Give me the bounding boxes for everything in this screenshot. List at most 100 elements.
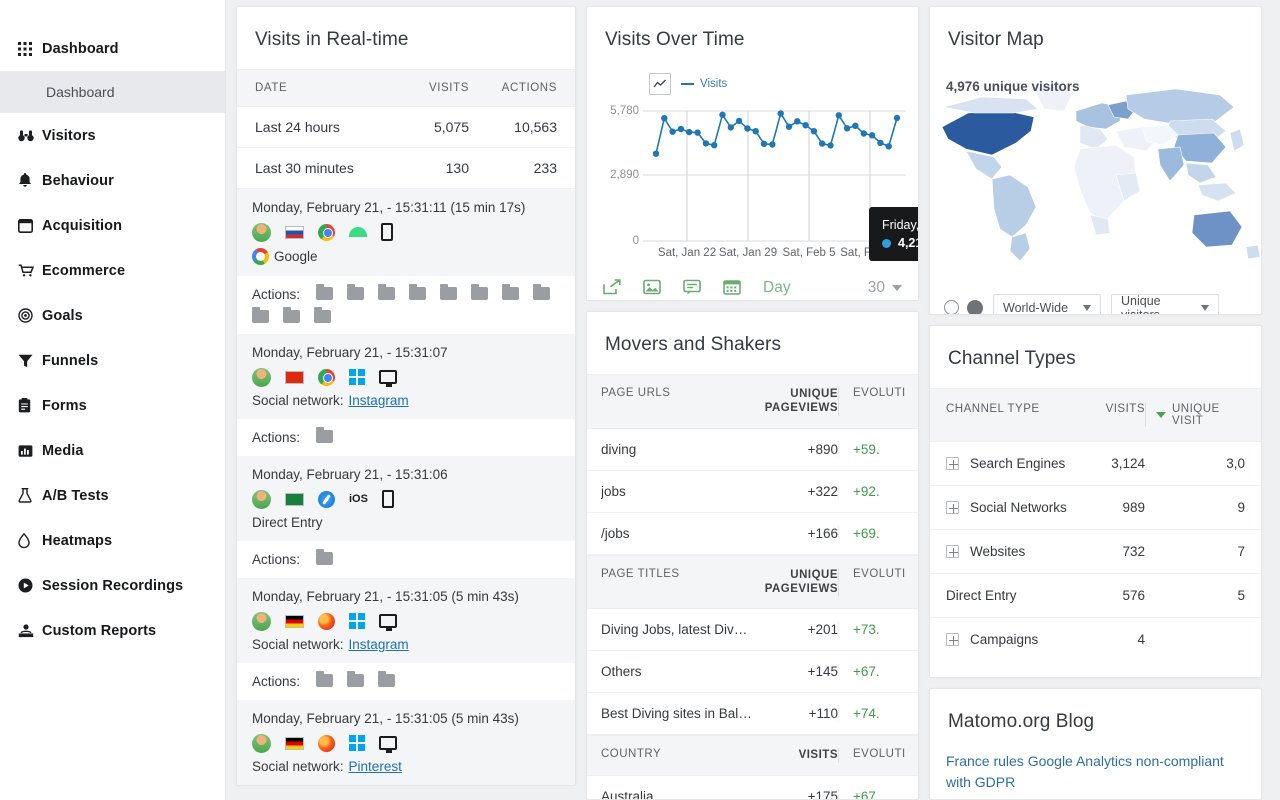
table-row[interactable]: Direct Entry 576 5: [930, 574, 1261, 619]
table-row[interactable]: Australia +175 +67.: [587, 776, 918, 799]
region-select[interactable]: World-Wide: [993, 294, 1101, 315]
world-map[interactable]: 4,976 unique visitors: [930, 69, 1261, 284]
sidebar-item-behaviour[interactable]: Behaviour: [0, 158, 225, 203]
table-row[interactable]: jobs +322 +92.: [587, 471, 918, 513]
realtime-visit-entry[interactable]: Monday, February 21, - 15:31:05 (5 min 4…: [237, 700, 575, 785]
expand-icon[interactable]: [946, 545, 959, 559]
sidebar-item-funnels[interactable]: Funnels: [0, 338, 225, 383]
cell-visits: 576: [1122, 588, 1145, 604]
play-circle-icon: [18, 578, 42, 593]
page-action-icon[interactable]: [471, 284, 489, 300]
table-row[interactable]: Campaigns 4: [930, 618, 1261, 661]
column-header-unique-visitors[interactable]: UNIQUE VISIT: [1145, 403, 1245, 428]
column-header-unique-label: UNIQUE VISIT: [1172, 403, 1220, 428]
export-icon[interactable]: [603, 279, 621, 297]
image-export-icon[interactable]: [643, 279, 661, 297]
table-row[interactable]: Diving Jobs, latest Divemast... +201 +73…: [587, 609, 918, 652]
table-footer-spacer: [930, 661, 1261, 677]
table-row[interactable]: Search Engines 3,124 3,0: [930, 442, 1261, 487]
safari-browser-icon: [318, 490, 335, 508]
cell-name: jobs: [601, 483, 626, 499]
expand-icon[interactable]: [946, 457, 959, 471]
widget-title: Matomo.org Blog: [948, 711, 1095, 733]
globe-icon[interactable]: [967, 299, 983, 315]
mobile-device-icon: [381, 490, 394, 508]
cell-metric: +166: [807, 525, 838, 541]
chart-footer-toolbar: Day 30: [587, 269, 918, 300]
realtime-visit-entry[interactable]: Monday, February 21, - 15:31:05 (5 min 4…: [237, 578, 575, 663]
sidebar-item-session-recordings[interactable]: Session Recordings: [0, 563, 225, 608]
table-row[interactable]: Last 24 hours 5,075 10,563: [237, 107, 575, 148]
table-row[interactable]: Social Networks 989 9: [930, 486, 1261, 531]
page-action-icon[interactable]: [314, 307, 331, 323]
sidebar-item-visitors[interactable]: Visitors: [0, 113, 225, 158]
matomo-dashboard: Dashboard Dashboard Visitors Behaviour A…: [0, 0, 1280, 800]
metric-select-value: Unique visitors: [1121, 293, 1161, 316]
table-row[interactable]: Best Diving sites in Bali – Ind... +110 …: [587, 693, 918, 736]
cell-date: Last 24 hours: [255, 119, 340, 135]
actions-label: Actions:: [252, 287, 301, 302]
sidebar-item-acquisition[interactable]: Acquisition: [0, 203, 225, 248]
realtime-visit-entry[interactable]: Monday, February 21, - 15:31:06 iOS Dire…: [237, 456, 575, 541]
sidebar-item-forms[interactable]: Forms: [0, 383, 225, 428]
page-action-icon[interactable]: [347, 284, 365, 300]
table-row[interactable]: Last 30 minutes 130 233: [237, 148, 575, 189]
referrer-link[interactable]: Instagram: [349, 637, 409, 652]
visit-referrer: Google: [252, 248, 560, 265]
page-action-icon[interactable]: [316, 549, 334, 565]
movers-section-header: PAGE TITLES UNIQUE PAGEVIEWS EVOLUTI: [587, 554, 918, 610]
column-header-channel-type[interactable]: CHANNEL TYPE: [946, 403, 1081, 427]
metric-select[interactable]: Unique visitors: [1111, 294, 1219, 315]
page-action-icon[interactable]: [316, 671, 334, 687]
realtime-visit-entry[interactable]: Monday, February 21, - 15:31:07 Social n…: [237, 334, 575, 419]
zoom-out-icon[interactable]: [944, 300, 959, 315]
annotations-icon[interactable]: [683, 279, 701, 297]
page-action-icon[interactable]: [347, 671, 365, 687]
page-action-icon[interactable]: [409, 284, 427, 300]
chart-plot[interactable]: [643, 97, 906, 247]
legend-entry-visits[interactable]: Visits: [681, 78, 727, 90]
realtime-visit-entry[interactable]: Monday, February 21, - 15:31:11 (15 min …: [237, 189, 575, 276]
visit-icon-row: [252, 366, 560, 388]
media-icon: [18, 444, 42, 458]
sidebar-item-goals[interactable]: Goals: [0, 293, 225, 338]
referrer-link[interactable]: Pinterest: [349, 759, 402, 774]
sidebar-item-ab-tests[interactable]: A/B Tests: [0, 473, 225, 518]
table-row[interactable]: diving +890 +59.: [587, 429, 918, 471]
page-action-icon[interactable]: [283, 307, 300, 323]
column-header-visits[interactable]: VISITS: [1081, 403, 1145, 427]
period-label[interactable]: Day: [763, 279, 791, 297]
page-action-icon[interactable]: [440, 284, 458, 300]
row-count-selector[interactable]: 30: [868, 279, 902, 297]
page-action-icon[interactable]: [378, 671, 396, 687]
blog-post-link[interactable]: France rules Google Analytics non-compli…: [930, 751, 1261, 799]
table-row[interactable]: Others +145 +67.: [587, 651, 918, 694]
page-action-icon[interactable]: [316, 427, 334, 443]
page-action-icon[interactable]: [378, 284, 396, 300]
page-action-icon[interactable]: [533, 284, 551, 300]
referrer-label: Direct Entry: [252, 515, 323, 530]
sidebar-item-custom-reports[interactable]: Custom Reports: [0, 608, 225, 653]
page-action-icon[interactable]: [316, 284, 334, 300]
page-action-icon[interactable]: [502, 284, 520, 300]
sidebar-item-ecommerce[interactable]: Ecommerce: [0, 248, 225, 293]
sidebar-subitem-dashboard[interactable]: Dashboard: [0, 71, 225, 113]
chart-type-icon[interactable]: [649, 73, 671, 95]
x-tick-label: Sat, Feb 5: [782, 247, 836, 259]
calendar-icon[interactable]: [723, 279, 741, 297]
table-row[interactable]: Websites 732 7: [930, 530, 1261, 575]
sidebar-item-dashboard[interactable]: Dashboard: [0, 26, 225, 71]
sidebar-item-label: Heatmaps: [42, 532, 113, 549]
referrer-link[interactable]: Instagram: [349, 393, 409, 408]
cell-channel-type: Campaigns: [946, 632, 1081, 647]
page-action-icon[interactable]: [252, 307, 269, 323]
cell-unique-visitors: 7: [1237, 544, 1245, 560]
sidebar-item-heatmaps[interactable]: Heatmaps: [0, 518, 225, 563]
expand-icon[interactable]: [946, 633, 959, 647]
visit-timestamp: Monday, February 21, - 15:31:11 (15 min …: [252, 200, 526, 215]
sidebar-item-media[interactable]: Media: [0, 428, 225, 473]
table-row[interactable]: /jobs +166 +69.: [587, 513, 918, 555]
tooltip-value-row: 4,212 Visits: [882, 234, 918, 252]
expand-icon[interactable]: [946, 501, 959, 515]
cell-unique-visitors: 3,0: [1226, 456, 1245, 472]
